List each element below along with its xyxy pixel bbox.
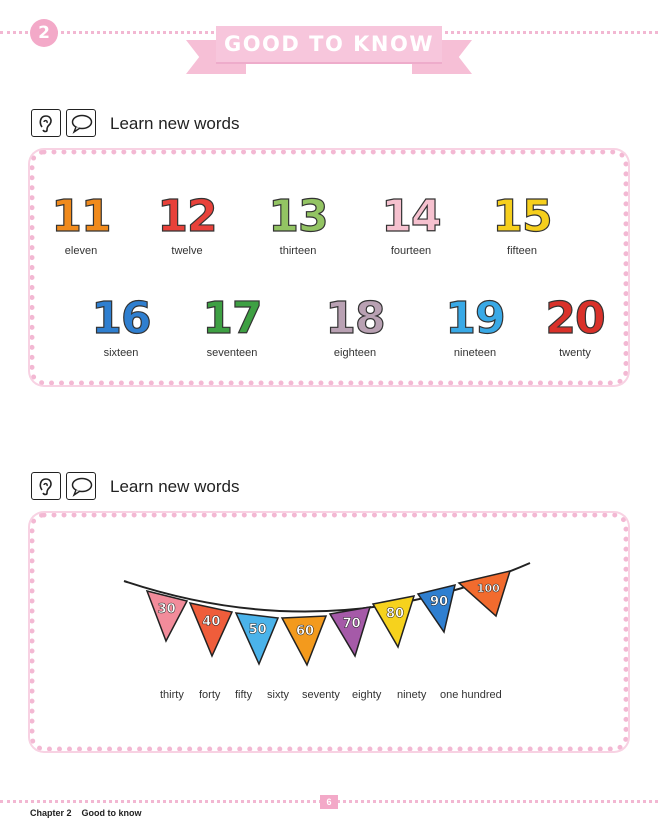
bunting-word-1: forty [199,689,221,701]
number-word-16: sixteen [103,347,139,359]
number-word-18: eighteen [333,347,377,359]
page-title-banner: GOOD TO KNOW [216,26,442,62]
number-word-13: thirteen [279,245,317,257]
bunting-word-2: fifty [235,689,253,701]
number-word-12: twelve [171,245,203,257]
number-15: 15 [492,191,553,242]
number-16: 16 [91,293,152,344]
footer-chapter: Chapter 2 Good to know [30,808,152,818]
bunting-word-3: sixty [267,689,289,701]
number-word-14: fourteen [390,245,432,257]
number-word-20: twenty [559,347,591,359]
number-word-19: nineteen [453,347,497,359]
listen-icon [31,472,61,500]
number-13: 13 [268,191,329,242]
speak-icon [66,109,96,137]
footer-chapter-label: Chapter 2 [30,808,72,818]
number-18: 18 [325,293,386,344]
section2-title: Learn new words [110,477,240,496]
bunting-word-5: eighty [352,689,382,701]
listen-icon [31,109,61,137]
number-17: 17 [202,293,263,344]
bunting-panel [30,513,628,751]
speak-icon [66,472,96,500]
number-12: 12 [157,191,218,242]
page-number: 6 [320,795,338,809]
number-word-17: seventeen [206,347,258,359]
number-14: 14 [381,191,442,242]
bunting-word-0: thirty [160,689,184,701]
footer-chapter-title: Good to know [81,808,142,818]
section1-title: Learn new words [110,114,240,133]
bunting-word-4: seventy [302,689,340,701]
number-19: 19 [445,293,506,344]
number-word-11: eleven [64,245,98,257]
bunting-word-7: one hundred [440,689,502,701]
number-11: 11 [51,191,112,242]
number-20: 20 [545,293,606,344]
bunting-word-6: ninety [397,689,427,701]
number-word-15: fifteen [507,245,537,257]
chapter-badge: 2 [30,19,58,47]
